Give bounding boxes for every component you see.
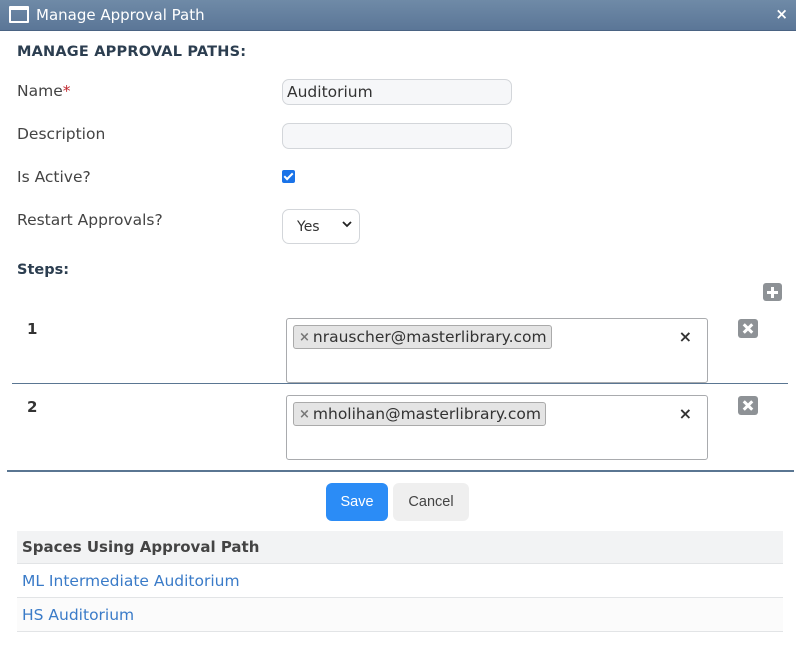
space-link[interactable]: HS Auditorium (17, 598, 783, 632)
cancel-button[interactable]: Cancel (393, 483, 469, 521)
name-label-text: Name (17, 82, 63, 100)
step-number: 2 (27, 398, 38, 416)
remove-step-button[interactable] (738, 319, 758, 338)
dialog-titlebar: Manage Approval Path × (0, 0, 796, 31)
step-divider (12, 383, 788, 384)
close-icon[interactable]: × (775, 5, 788, 23)
clear-selection-icon[interactable]: × (679, 327, 692, 346)
add-step-button[interactable] (763, 283, 782, 301)
description-input[interactable] (282, 123, 512, 149)
restart-approvals-label: Restart Approvals? (17, 211, 163, 229)
spaces-table-header: Spaces Using Approval Path (17, 531, 783, 564)
space-link[interactable]: ML Intermediate Auditorium (17, 564, 783, 598)
remove-step-button[interactable] (738, 396, 758, 415)
approver-tag: × nrauscher@masterlibrary.com (293, 325, 552, 349)
chevron-down-icon (342, 221, 352, 228)
approver-email: mholihan@masterlibrary.com (312, 405, 541, 423)
restart-approvals-select[interactable]: Yes (282, 209, 360, 244)
is-active-checkbox[interactable] (282, 170, 295, 183)
form-divider (7, 470, 794, 472)
name-label: Name* (17, 82, 70, 100)
step-approver-select[interactable]: × mholihan@masterlibrary.com × (286, 395, 708, 460)
remove-tag-icon[interactable]: × (299, 330, 310, 345)
remove-tag-icon[interactable]: × (299, 407, 310, 422)
window-icon (9, 6, 29, 23)
step-number: 1 (27, 320, 38, 338)
clear-selection-icon[interactable]: × (679, 404, 692, 423)
dialog-title: Manage Approval Path (36, 6, 205, 24)
save-button[interactable]: Save (326, 483, 388, 521)
name-input[interactable] (282, 79, 512, 105)
approver-tag: × mholihan@masterlibrary.com (293, 402, 546, 426)
description-label: Description (17, 125, 106, 143)
step-approver-select[interactable]: × nrauscher@masterlibrary.com × (286, 318, 708, 383)
section-title: MANAGE APPROVAL PATHS: (17, 44, 247, 60)
approver-email: nrauscher@masterlibrary.com (312, 328, 547, 346)
spaces-table: Spaces Using Approval Path ML Intermedia… (17, 531, 783, 632)
steps-title: Steps: (17, 262, 70, 278)
is-active-label: Is Active? (17, 168, 91, 186)
required-mark: * (62, 82, 71, 100)
restart-approvals-value: Yes (297, 218, 320, 235)
